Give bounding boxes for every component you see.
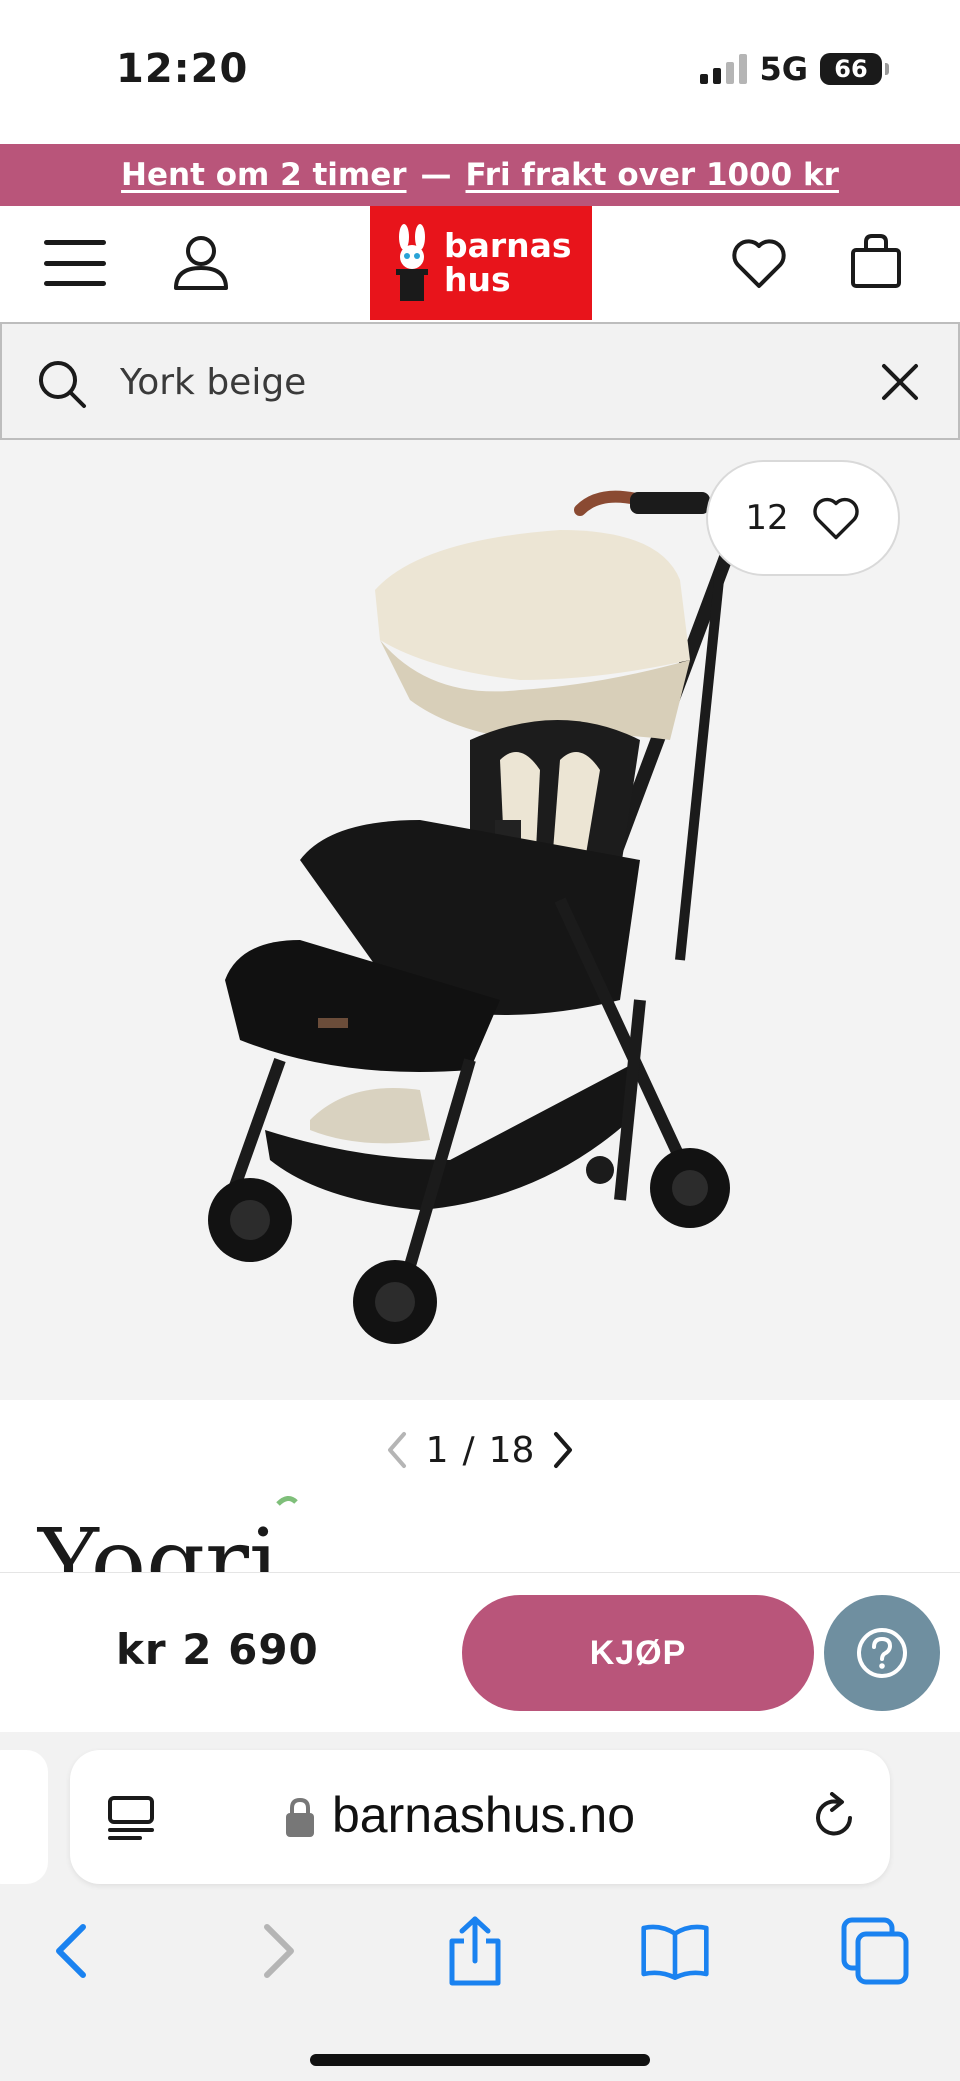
chevron-left-icon [56,1924,86,1978]
chevron-right-icon[interactable] [548,1430,578,1470]
promo-separator: — [420,157,452,193]
question-icon [857,1628,907,1678]
tabs-icon [841,1917,909,1985]
status-indicators: 5G 66 [700,50,889,88]
bookmarks-button[interactable] [640,1916,710,1986]
previous-tab-preview[interactable] [0,1750,48,1884]
wishlist-heart-icon[interactable] [730,236,788,290]
page-menu-icon[interactable] [106,1794,156,1842]
stroller-illustration [208,490,747,1344]
page-separator: / [462,1429,475,1471]
forward-button[interactable] [244,1916,314,1986]
menu-icon[interactable] [44,240,106,286]
status-time: 12:20 [116,46,249,92]
brand-logo[interactable]: Yogri [36,1494,316,1572]
logo-text-line2: hus [444,260,511,299]
promo-shipping-link[interactable]: Fri frakt over 1000 kr [466,157,839,193]
lock-icon [286,1797,314,1837]
back-button[interactable] [36,1916,106,1986]
share-icon [449,1916,501,1986]
heart-icon [812,497,859,540]
shopping-bag-icon[interactable] [848,232,904,290]
svg-text:Yogri: Yogri [36,1509,278,1572]
product-price: kr 2 690 [116,1625,319,1674]
url-text: barnashus.no [332,1787,636,1843]
share-button[interactable] [440,1916,510,1986]
bunny-logo-icon [396,224,428,301]
book-icon [641,1924,709,1981]
search-icon [39,361,86,408]
chevron-left-icon[interactable] [382,1430,412,1470]
page-total: 18 [488,1429,535,1471]
signal-icon [700,54,748,84]
buy-bar: kr 2 690 KJØP [0,1572,960,1732]
logo-text-line1: barnas [444,226,572,265]
address-bar[interactable]: barnashus.no [70,1750,890,1884]
user-icon[interactable] [170,232,232,294]
browser-chrome: barnashus.no [0,1732,960,2081]
brand-logo-wordmark: Yogri [36,1496,298,1572]
network-type: 5G [759,50,808,88]
buy-button[interactable]: KJØP [462,1595,814,1711]
help-button[interactable] [824,1595,940,1711]
page-current: 1 [425,1429,449,1471]
status-bar: 12:20 5G 66 [0,0,960,144]
chevron-right-icon [264,1924,294,1978]
image-pager: 1 / 18 [0,1400,960,1500]
reload-icon[interactable] [810,1792,860,1844]
favorite-button[interactable]: 12 [706,460,900,576]
tabs-button[interactable] [840,1916,910,1986]
close-icon[interactable] [880,362,920,402]
search-input[interactable] [120,354,820,410]
promo-banner: Hent om 2 timer — Fri frakt over 1000 kr [0,144,960,206]
search-bar [0,322,960,440]
site-header: barnas hus [0,206,960,320]
home-indicator [310,2054,650,2066]
product-image[interactable] [0,440,960,1400]
favorite-count: 12 [745,498,789,538]
battery-icon: 66 [820,53,889,85]
site-logo[interactable]: barnas hus [370,206,592,320]
browser-toolbar [0,1892,960,2002]
promo-pickup-link[interactable]: Hent om 2 timer [121,157,406,193]
